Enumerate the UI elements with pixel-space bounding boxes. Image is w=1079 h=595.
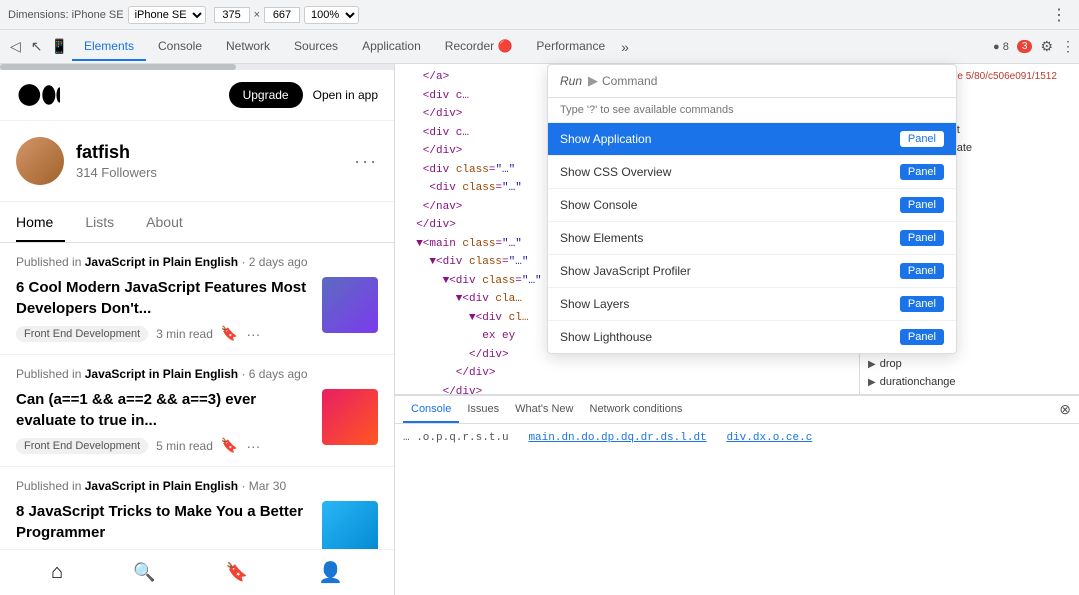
overlay-input-row: Run ▶ (548, 65, 956, 98)
command-input[interactable] (602, 74, 944, 88)
profile-more-button[interactable]: ··· (354, 151, 378, 172)
article-thumb-2 (322, 389, 378, 445)
overlay-item-js-profiler[interactable]: Show JavaScript Profiler Panel (548, 255, 956, 288)
console-tab-issues[interactable]: Issues (459, 396, 507, 423)
bottom-profile-icon[interactable]: 👤 (318, 560, 343, 585)
settings-gear-button[interactable]: ⚙ (1040, 38, 1053, 55)
article-publisher-2: Published in JavaScript in Plain English… (16, 367, 378, 381)
console-tab-console[interactable]: Console (403, 396, 459, 423)
run-label: Run (560, 74, 582, 88)
console-bottom-panel: Console Issues What's New Network condit… (395, 395, 1079, 595)
nav-tab-lists[interactable]: Lists (73, 202, 126, 242)
nav-tab-about[interactable]: About (134, 202, 195, 242)
article-title-3[interactable]: 8 JavaScript Tricks to Make You a Better… (16, 501, 310, 543)
read-time-2: 5 min read (156, 439, 213, 453)
article-title-2[interactable]: Can (a==1 && a==2 && a==3) ever evaluate… (16, 389, 310, 431)
console-tab-networkcond[interactable]: Network conditions (582, 396, 691, 423)
article-thumb-3 (322, 501, 378, 549)
circle-badge: ● 8 (993, 41, 1009, 53)
overlay-item-show-layers[interactable]: Show Layers Panel (548, 288, 956, 321)
code-line[interactable]: </div> (395, 383, 859, 395)
width-input[interactable] (214, 7, 250, 23)
overlay-item-show-elements[interactable]: Show Elements Panel (548, 222, 956, 255)
article-meta-2: Front End Development 5 min read 🔖 ··· (16, 437, 310, 454)
mobile-preview-panel: Upgrade Open in app fatfish 314 Follower… (0, 64, 395, 595)
overlay-item-css-overview[interactable]: Show CSS Overview Panel (548, 156, 956, 189)
bottom-home-icon[interactable]: ⌂ (51, 561, 63, 584)
panel-phone-btn[interactable]: 📱 (47, 38, 72, 55)
upgrade-button[interactable]: Upgrade (229, 82, 303, 108)
devtools-dots-button[interactable]: ⋮ (1061, 38, 1075, 55)
panel-toggle-left[interactable]: ◁ (4, 38, 27, 55)
article-tag-1[interactable]: Front End Development (16, 326, 148, 342)
tab-application[interactable]: Application (350, 33, 433, 61)
event-item-drop[interactable]: ▶ drop (860, 355, 1079, 373)
bottom-bookmark-icon[interactable]: 🔖 (226, 562, 248, 583)
avatar (16, 137, 64, 185)
article-item-2: Published in JavaScript in Plain English… (0, 355, 394, 467)
panel-cursor-btn[interactable]: ↖ (27, 38, 47, 55)
overlay-item-show-lighthouse[interactable]: Show Lighthouse Panel (548, 321, 956, 353)
article-thumb-1 (322, 277, 378, 333)
article-tag-2[interactable]: Front End Development (16, 438, 148, 454)
bookmark-icon-2[interactable]: 🔖 (221, 437, 238, 454)
tab-sources[interactable]: Sources (282, 33, 350, 61)
code-line[interactable]: </div> (395, 364, 859, 383)
bottom-search-icon[interactable]: 🔍 (133, 562, 155, 583)
console-content[interactable]: … .o.p.q.r.s.t.u main.dn.do.dp.dq.dr.ds.… (395, 424, 1079, 595)
red-badge: 3 (1017, 40, 1033, 53)
profile-section: fatfish 314 Followers ··· (0, 121, 394, 202)
article-item-1: Published in JavaScript in Plain English… (0, 243, 394, 355)
devtools-tabs-bar: ◁ ↖ 📱 Elements Console Network Sources A… (0, 30, 1079, 64)
zoom-select[interactable]: 100% (304, 6, 359, 24)
console-close-btn[interactable]: ⊗ (1059, 401, 1071, 418)
device-select[interactable]: iPhone SE (128, 6, 206, 24)
article-meta-1: Front End Development 3 min read 🔖 ··· (16, 325, 310, 342)
profile-info: fatfish 314 Followers (76, 142, 342, 180)
dim-sep: × (254, 9, 260, 21)
article-more-2[interactable]: ··· (246, 438, 260, 454)
profile-name: fatfish (76, 142, 342, 163)
nav-tab-home[interactable]: Home (16, 202, 65, 242)
console-tab-whatsnew[interactable]: What's New (507, 396, 581, 423)
event-item-emptied[interactable]: ▶ emptied (860, 391, 1079, 394)
profile-nav-tabs: Home Lists About (0, 202, 394, 243)
mobile-content-area: Upgrade Open in app fatfish 314 Follower… (0, 70, 394, 549)
article-item-3: Published in JavaScript in Plain English… (0, 467, 394, 549)
mobile-bottom-bar: ⌂ 🔍 🔖 👤 (0, 549, 394, 595)
overlay-hint: Type '?' to see available commands (548, 98, 956, 123)
devtools-top-bar: Dimensions: iPhone SE iPhone SE × 100% ⋮ (0, 0, 1079, 30)
tab-elements[interactable]: Elements (72, 33, 146, 61)
article-publisher-1: Published in JavaScript in Plain English… (16, 255, 378, 269)
medium-logo (16, 82, 60, 108)
height-input[interactable] (264, 7, 300, 23)
bookmark-icon-1[interactable]: 🔖 (221, 325, 238, 342)
console-tabs: Console Issues What's New Network condit… (395, 396, 1079, 424)
article-publisher-3: Published in JavaScript in Plain English… (16, 479, 378, 493)
read-time-1: 3 min read (156, 327, 213, 341)
tab-console[interactable]: Console (146, 33, 214, 61)
profile-followers: 314 Followers (76, 165, 342, 180)
tab-recorder[interactable]: Recorder 🔴 (433, 33, 525, 61)
overlay-item-show-application[interactable]: Show Application Panel (548, 123, 956, 156)
console-breadcrumb: … .o.p.q.r.s.t.u main.dn.do.dp.dq.dr.ds.… (403, 428, 1071, 449)
tab-network[interactable]: Network (214, 33, 282, 61)
open-in-app-link[interactable]: Open in app (313, 88, 378, 102)
dimensions-label: Dimensions: iPhone SE (8, 9, 124, 21)
tab-performance[interactable]: Performance (524, 33, 617, 61)
medium-header: Upgrade Open in app (0, 70, 394, 121)
event-item-durationchange[interactable]: ▶ durationchange (860, 373, 1079, 391)
devtools-more-button[interactable]: ⋮ (1047, 3, 1071, 27)
article-more-1[interactable]: ··· (246, 326, 260, 342)
command-overlay: Run ▶ Type '?' to see available commands… (547, 64, 957, 354)
tab-overflow[interactable]: » (617, 39, 633, 55)
tab-right-icons: ● 8 3 ⚙ ⋮ (993, 38, 1075, 55)
article-title-1[interactable]: 6 Cool Modern JavaScript Features Most D… (16, 277, 310, 319)
overlay-item-show-console[interactable]: Show Console Panel (548, 189, 956, 222)
